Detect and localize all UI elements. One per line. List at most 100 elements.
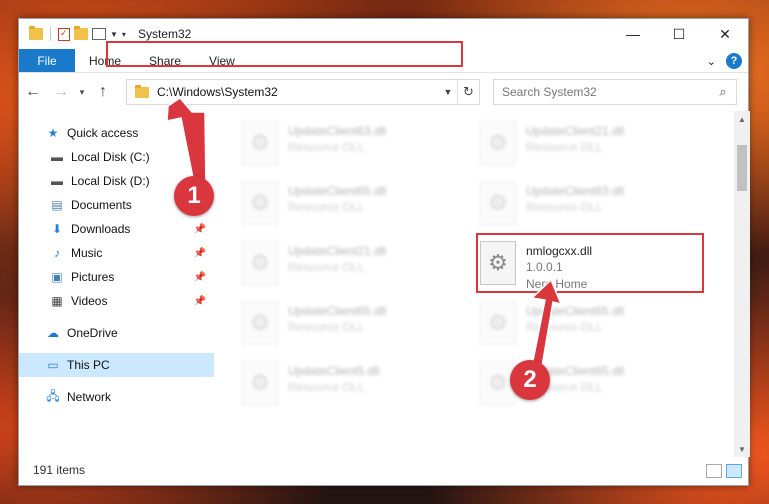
sidebar-item-downloads[interactable]: ⬇ Downloads 📌: [19, 217, 214, 241]
file-item[interactable]: ⚙ UpdateClient21.dll Resource DLL: [480, 121, 680, 173]
tab-share[interactable]: Share: [135, 49, 195, 72]
dll-file-icon: ⚙: [242, 241, 278, 285]
file-name: nmlogcxx.dll: [526, 244, 593, 258]
pin-icon[interactable]: 📌: [194, 152, 206, 163]
customize-toolbar-icon[interactable]: ▾: [122, 30, 126, 39]
file-type: Resource DLL: [526, 320, 603, 334]
expand-ribbon-icon[interactable]: ⌄: [707, 55, 716, 68]
file-version: 1.0.0.1: [526, 260, 563, 274]
sidebar-item-label: Pictures: [71, 270, 115, 284]
address-row: ← → ▾ ↑ C:\Windows\System32 ▼ ↻ Search S…: [19, 73, 748, 111]
sidebar-item-label: OneDrive: [67, 326, 118, 340]
file-name: UpdateClient21.dll: [526, 124, 625, 138]
ribbon-tabs: File Home Share View ⌄ ?: [19, 49, 748, 73]
file-item[interactable]: ⚙ UpdateClient21.dll Resource DLL: [242, 241, 442, 293]
sidebar-item-this-pc[interactable]: ▭ This PC: [19, 353, 214, 377]
refresh-icon[interactable]: ↻: [457, 80, 479, 104]
file-item[interactable]: ⚙ UpdateClient65.dll Resource DLL: [480, 301, 680, 353]
folder-icon: [29, 26, 43, 40]
close-button[interactable]: ✕: [702, 19, 748, 49]
sidebar-item-videos[interactable]: ▦ Videos 📌: [19, 289, 214, 313]
file-type: Resource DLL: [526, 140, 603, 154]
new-folder-icon[interactable]: [74, 26, 88, 40]
file-item[interactable]: ⚙ UpdateClient65.dll Resource DLL: [242, 181, 442, 233]
sidebar-item-label: Music: [71, 246, 103, 260]
dll-file-icon: ⚙: [480, 301, 516, 345]
search-input[interactable]: Search System32: [502, 85, 710, 99]
details-view-icon[interactable]: [706, 464, 722, 478]
scroll-up-icon[interactable]: ▲: [734, 111, 750, 127]
chevron-down-icon[interactable]: ▼: [439, 87, 457, 97]
folder-icon: [135, 84, 149, 98]
ribbon-right: ⌄ ?: [707, 49, 742, 73]
dll-file-icon: ⚙: [242, 361, 278, 405]
sidebar-item-local-disk-c[interactable]: ▬ Local Disk (C:) 📌: [19, 145, 214, 169]
vertical-scrollbar[interactable]: ▲ ▼: [734, 111, 750, 457]
callout-1: 1: [174, 176, 214, 216]
dll-file-icon: ⚙: [242, 121, 278, 165]
sidebar-item-onedrive[interactable]: ☁ OneDrive: [19, 321, 214, 345]
tiles-view-icon[interactable]: [726, 464, 742, 478]
properties-check-icon[interactable]: [58, 27, 70, 41]
minimize-button[interactable]: —: [610, 19, 656, 49]
sidebar-item-label: This PC: [67, 358, 110, 372]
dll-file-icon: ⚙: [242, 181, 278, 225]
forward-arrow-icon[interactable]: →: [47, 78, 75, 106]
help-icon[interactable]: ?: [726, 53, 742, 69]
sidebar-item-label: Videos: [71, 294, 108, 308]
file-item[interactable]: ⚙ UpdateClient63.dll Resource DLL: [480, 181, 680, 233]
up-arrow-icon[interactable]: ↑: [89, 78, 117, 106]
sidebar-item-label: Quick access: [67, 126, 139, 140]
dll-file-icon: ⚙: [480, 121, 516, 165]
recent-locations-icon[interactable]: ▾: [75, 78, 89, 106]
tab-file[interactable]: File: [19, 49, 75, 72]
maximize-button[interactable]: ☐: [656, 19, 702, 49]
sidebar-item-label: Downloads: [71, 222, 131, 236]
dll-file-icon: ⚙: [480, 241, 516, 285]
music-icon: ♪: [54, 246, 60, 260]
file-type: Resource DLL: [288, 140, 365, 154]
tab-home[interactable]: Home: [75, 49, 135, 72]
title-bar: ▼ ▾ System32 — ☐ ✕: [19, 19, 748, 49]
file-list: ⚙ UpdateClient63.dll Resource DLL ⚙ Updat…: [214, 111, 750, 457]
file-item-nmlogcxx[interactable]: ⚙ nmlogcxx.dll 1.0.0.1 Nero Home: [480, 241, 680, 301]
file-item[interactable]: ⚙ UpdateClient5.dll Resource DLL: [242, 361, 442, 413]
network-icon: 🖧: [46, 388, 60, 403]
sidebar-item-label: Documents: [71, 198, 132, 212]
sidebar-item-network[interactable]: 🖧 Network: [19, 385, 214, 409]
file-item[interactable]: ⚙ UpdateClient63.dll Resource DLL: [242, 121, 442, 173]
navigation-pane: ★ Quick access ▬ Local Disk (C:) 📌 ▬ Loc…: [19, 111, 214, 457]
pin-icon[interactable]: 📌: [194, 248, 206, 259]
file-type: Resource DLL: [288, 320, 365, 334]
sidebar-item-pictures[interactable]: ▣ Pictures 📌: [19, 265, 214, 289]
dll-file-icon: ⚙: [242, 301, 278, 345]
status-bar: 191 items: [19, 455, 750, 485]
tab-view[interactable]: View: [195, 49, 249, 72]
address-path[interactable]: C:\Windows\System32: [157, 85, 439, 99]
properties-icon[interactable]: [92, 28, 106, 40]
file-item[interactable]: ⚙ UpdateClient65.dll Resource DLL: [480, 361, 680, 413]
search-box[interactable]: Search System32 ⌕: [493, 79, 737, 105]
file-item[interactable]: ⚙ UpdateClient65.dll Resource DLL: [242, 301, 442, 353]
download-icon: ⬇: [51, 222, 63, 236]
scroll-thumb[interactable]: [737, 145, 747, 191]
quick-access-toolbar: ▼ ▾: [19, 26, 126, 41]
search-icon[interactable]: ⌕: [710, 84, 736, 100]
file-name: UpdateClient65.dll: [288, 304, 387, 318]
pin-icon[interactable]: 📌: [194, 272, 206, 283]
window-title: System32: [137, 27, 192, 41]
file-type: Resource DLL: [288, 200, 365, 214]
window-controls: — ☐ ✕: [610, 19, 748, 49]
sidebar-item-quick-access[interactable]: ★ Quick access: [19, 121, 214, 145]
main-area: ★ Quick access ▬ Local Disk (C:) 📌 ▬ Loc…: [19, 111, 750, 457]
sidebar-item-music[interactable]: ♪ Music 📌: [19, 241, 214, 265]
chevron-down-icon[interactable]: ▼: [110, 30, 118, 39]
back-arrow-icon[interactable]: ←: [19, 78, 47, 106]
pin-icon[interactable]: 📌: [194, 296, 206, 307]
computer-icon: ▭: [47, 358, 59, 372]
pin-icon[interactable]: 📌: [194, 224, 206, 235]
address-bar[interactable]: C:\Windows\System32 ▼ ↻: [126, 79, 480, 105]
sidebar-item-label: Local Disk (C:): [71, 150, 150, 164]
callout-2: 2: [510, 360, 550, 400]
documents-icon: ▤: [51, 198, 63, 212]
